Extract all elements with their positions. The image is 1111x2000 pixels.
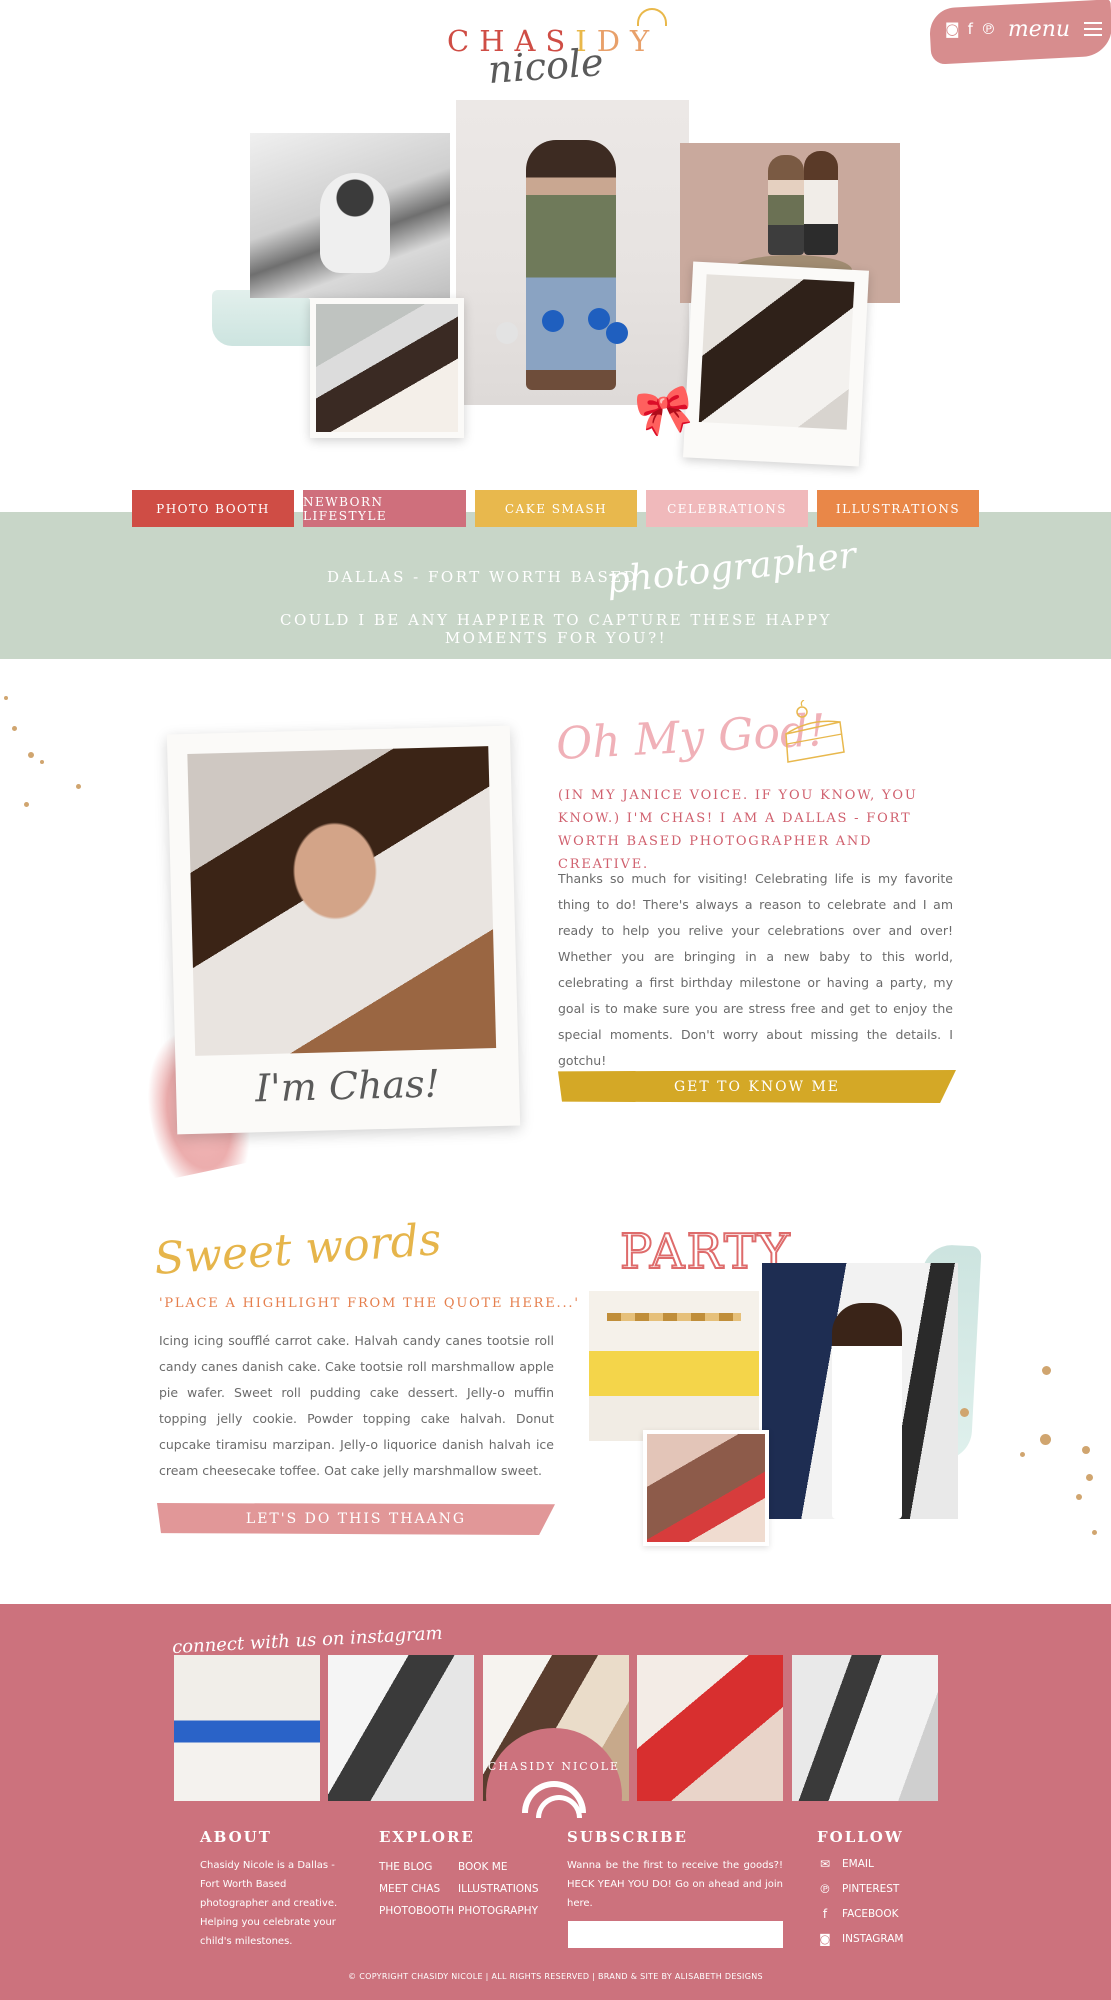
category-newborn-lifestyle[interactable]: NEWBORN LIFESTYLE (303, 490, 466, 527)
footer-link-photobooth[interactable]: PHOTOBOOTH (379, 1905, 454, 1917)
instagram-post[interactable] (792, 1655, 938, 1801)
instagram-post[interactable] (637, 1655, 783, 1801)
facebook-icon: f (822, 1907, 828, 1921)
footer-link-photography[interactable]: PHOTOGRAPHY (458, 1905, 538, 1917)
instagram-post[interactable] (328, 1655, 474, 1801)
category-cake-smash[interactable]: CAKE SMASH (475, 490, 637, 527)
banner-location: DALLAS - FORT WORTH BASED (327, 568, 639, 586)
badge-text: CHASIDY NICOLE (487, 1759, 621, 1773)
menu-label[interactable]: menu (1008, 17, 1070, 42)
pinterest-icon: ℗ (819, 1882, 831, 1896)
footer-link-blog[interactable]: THE BLOG (379, 1861, 432, 1873)
get-to-know-me-button[interactable]: GET TO KNOW ME (558, 1070, 956, 1103)
rainbow-icon (522, 1780, 586, 1818)
follow-instagram[interactable]: ◙ INSTAGRAM (818, 1932, 903, 1946)
pinterest-icon[interactable]: ℗ (981, 20, 996, 38)
sweet-words-body: Icing icing soufflé carrot cake. Halvah … (159, 1333, 554, 1478)
category-illustrations[interactable]: ILLUSTRATIONS (817, 490, 979, 527)
instagram-icon[interactable]: ◙ (945, 20, 960, 38)
cake-icon (785, 700, 845, 763)
footer-explore-heading: EXPLORE (379, 1828, 475, 1846)
category-photo-booth[interactable]: PHOTO BOOTH (132, 490, 294, 527)
follow-pinterest[interactable]: ℗ PINTEREST (818, 1882, 899, 1896)
chas-polaroid: I'm Chas! (166, 725, 521, 1135)
footer-subscribe-text: Wanna be the first to receive the goods?… (567, 1860, 783, 1909)
instagram-post[interactable] (174, 1655, 320, 1801)
sweet-words-quote: 'PLACE A HIGHLIGHT FROM THE QUOTE HERE..… (159, 1296, 580, 1311)
header-menu: ◙ f ℗ menu (945, 14, 1103, 44)
cake-closeup-photo (643, 1430, 769, 1546)
footer-about-text: Chasidy Nicole is a Dallas - Fort Worth … (200, 1860, 338, 1947)
about-body: Thanks so much for visiting! Celebrating… (558, 871, 953, 1068)
footer-link-illustrations[interactable]: ILLUSTRATIONS (458, 1883, 539, 1895)
follow-email[interactable]: ✉ EMAIL (818, 1857, 874, 1871)
celebration-photo (762, 1263, 958, 1519)
facebook-icon[interactable]: f (968, 20, 973, 38)
footer-link-book-me[interactable]: BOOK ME (458, 1861, 507, 1873)
footer-about-heading: ABOUT (200, 1828, 272, 1846)
envelope-icon: ✉ (819, 1857, 831, 1871)
chas-portrait-photo (187, 746, 497, 1056)
hamburger-icon[interactable] (1084, 22, 1103, 36)
copyright: © COPYRIGHT CHASIDY NICOLE | ALL RIGHTS … (348, 1972, 763, 1981)
about-subheading: (IN MY JANICE VOICE. IF YOU KNOW, YOU KN… (558, 788, 918, 872)
newborn-polaroid (682, 261, 870, 467)
bow-icon: 🎀 (631, 379, 698, 443)
footer-link-meet-chas[interactable]: MEET CHAS (379, 1883, 440, 1895)
category-celebrations[interactable]: CELEBRATIONS (646, 490, 808, 527)
photobooth-photo (310, 298, 464, 438)
subscribe-email-input[interactable] (568, 1921, 783, 1948)
banner-tagline: COULD I BE ANY HAPPIER TO CAPTURE THESE … (280, 611, 832, 647)
tape-decoration (212, 290, 318, 346)
lets-do-this-button[interactable]: LET'S DO THIS THAANG (157, 1503, 555, 1535)
follow-facebook[interactable]: f FACEBOOK (818, 1907, 899, 1921)
mom-and-baby-photo (456, 100, 689, 405)
baby-photo (250, 133, 450, 298)
footer-subscribe-heading: SUBSCRIBE (567, 1828, 688, 1846)
polaroid-caption: I'm Chas! (254, 1061, 441, 1111)
instagram-icon: ◙ (819, 1932, 831, 1946)
cake-smash-photo (589, 1291, 759, 1441)
footer-follow-heading: FOLLOW (817, 1828, 904, 1846)
sweet-words-heading: Sweet words (152, 1214, 443, 1285)
logo-script: nicole (486, 40, 605, 92)
